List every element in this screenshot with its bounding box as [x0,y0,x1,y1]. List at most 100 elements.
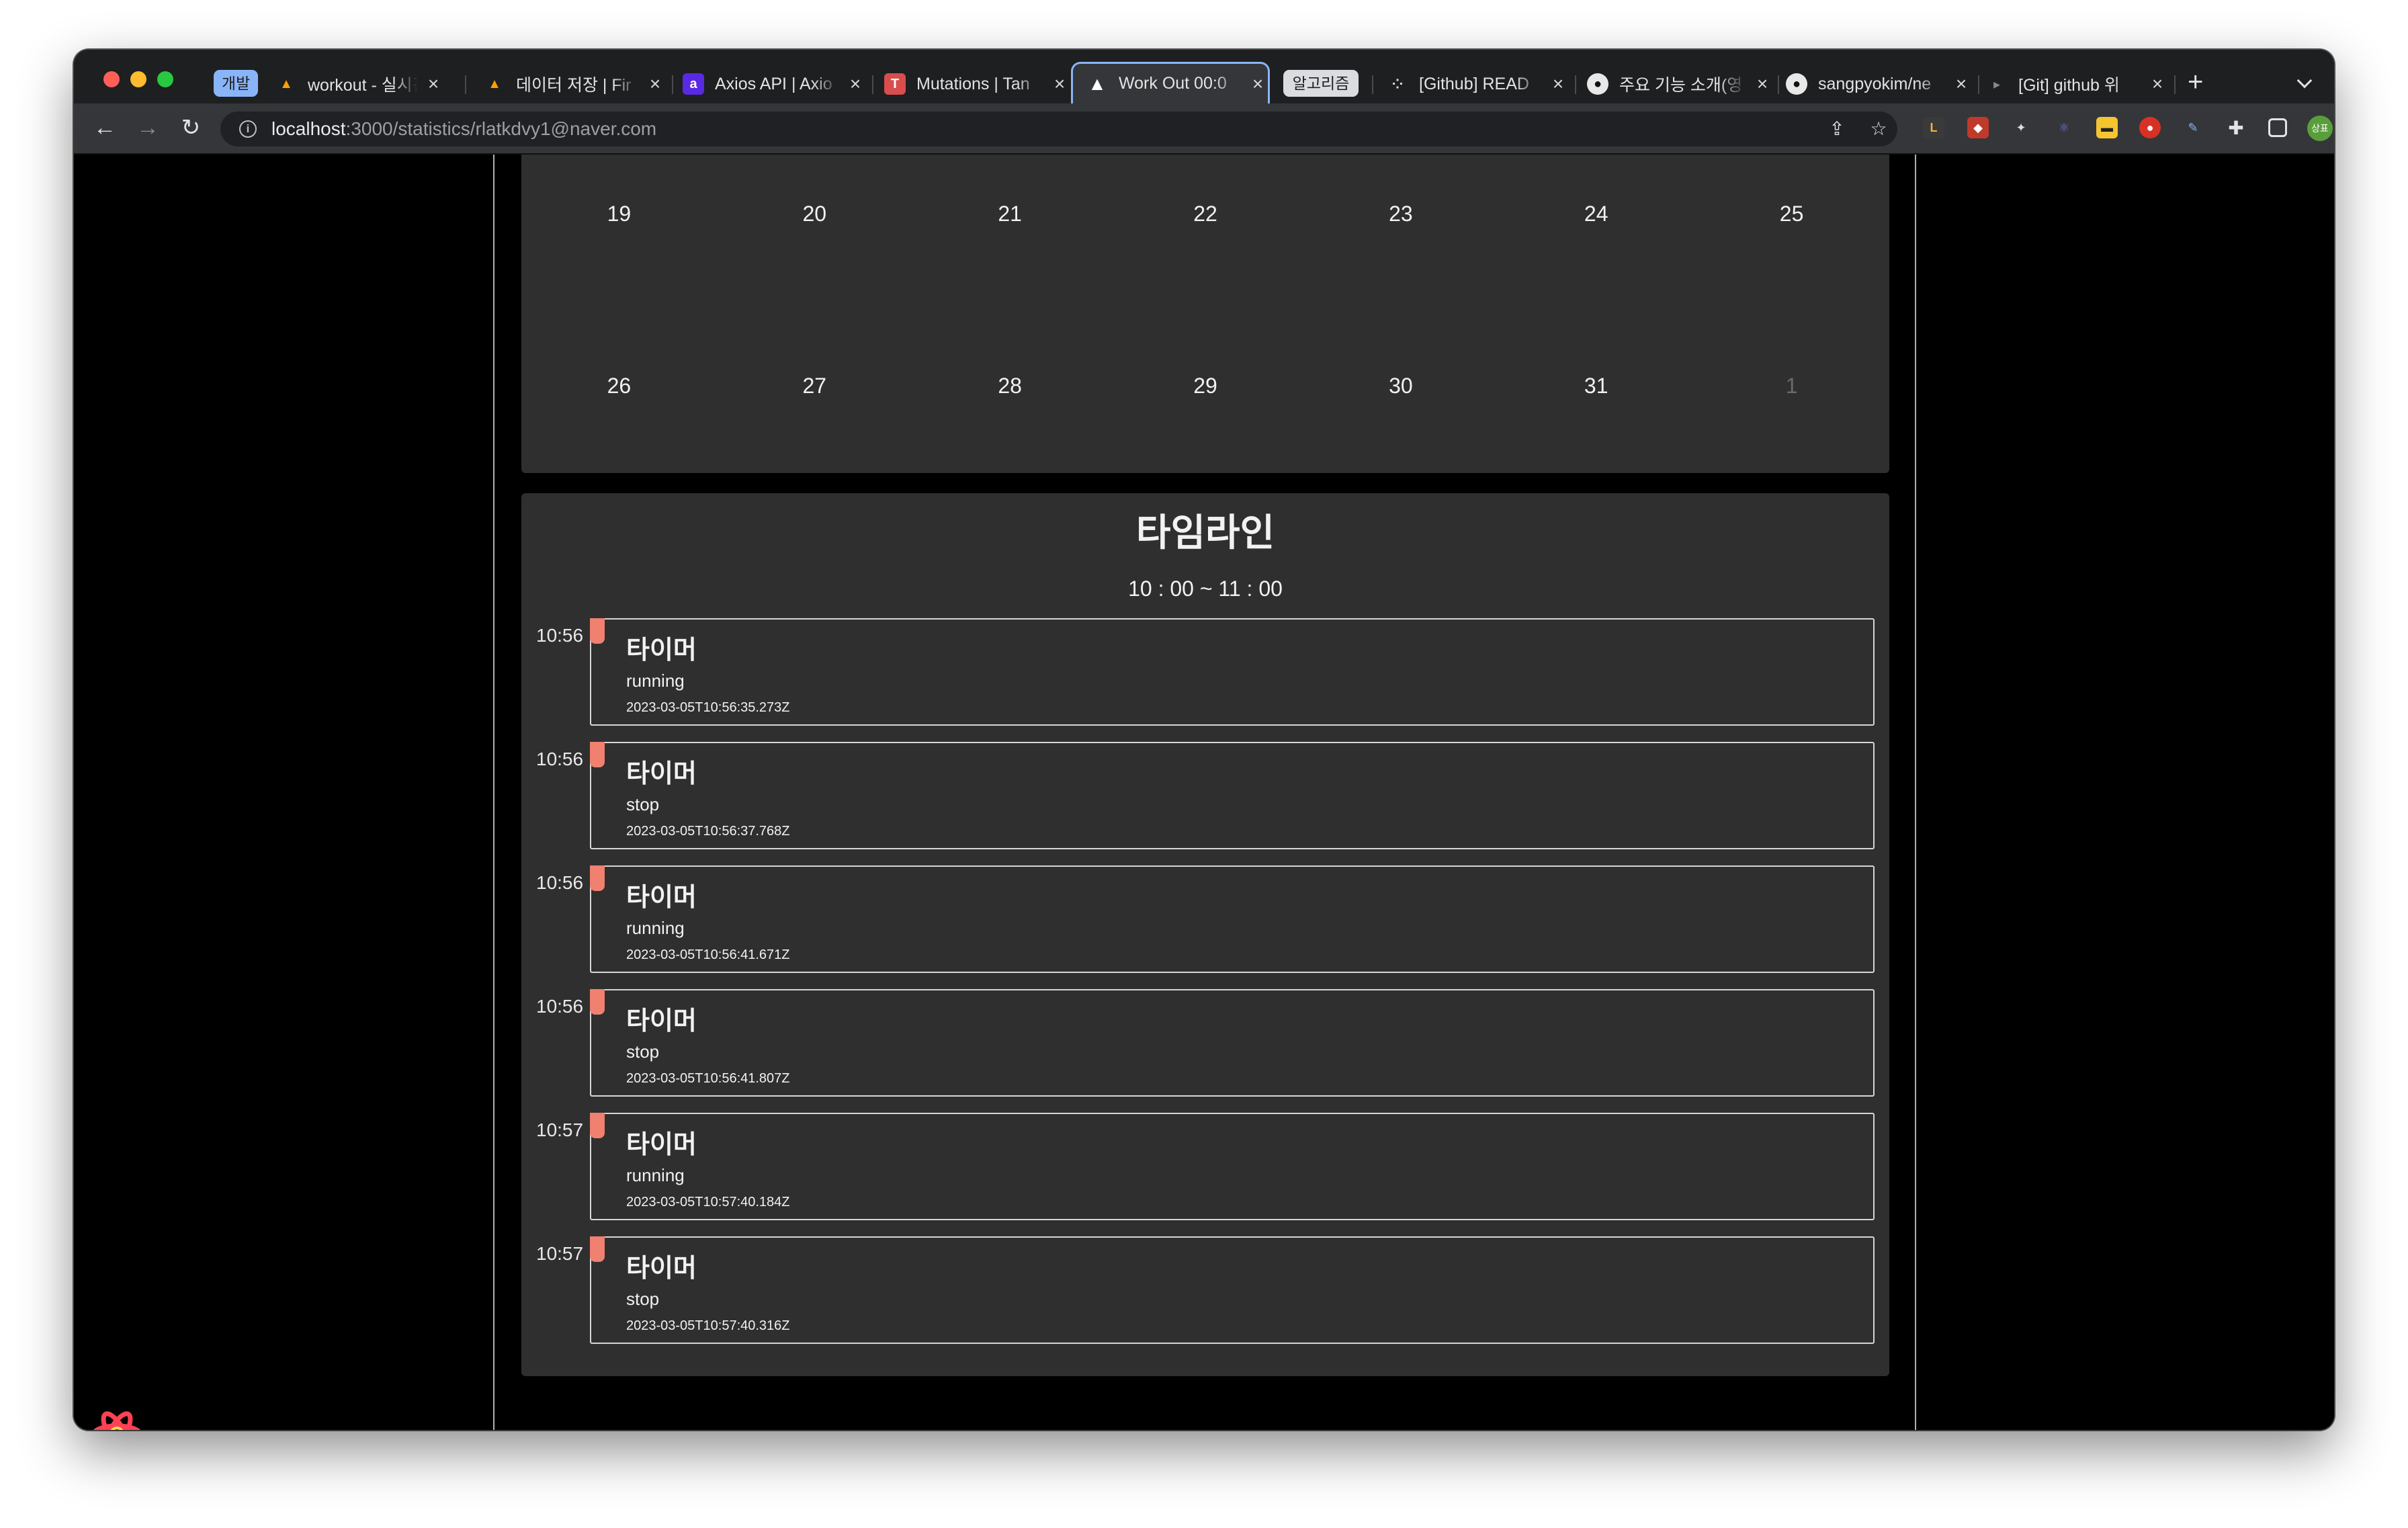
calendar-day-next-month[interactable]: 1 [1694,366,1889,406]
calendar-day[interactable]: 25 [1694,194,1889,234]
extensions-puzzle-icon[interactable]: ✚ [2225,117,2247,138]
extension-red-icon[interactable]: ◆ [1967,117,1989,138]
close-tab-icon[interactable]: × [1548,73,1568,95]
entry-card: 타이머 running 2023-03-05T10:57:40.184Z [590,1113,1875,1220]
entry-title: 타이머 [626,636,697,665]
tab-divider [465,75,466,94]
tab-divider [872,75,873,94]
extension-bird-icon[interactable]: ✦ [2010,117,2032,138]
tab-work-out[interactable]: ▲ Work Out 00:0 × [1071,62,1270,103]
timeline-entry[interactable]: 10:56 타이머 running 2023-03-05T10:56:35.27… [521,618,1889,726]
close-tab-icon[interactable]: × [1049,73,1070,95]
entry-card: 타이머 stop 2023-03-05T10:57:40.316Z [590,1236,1875,1344]
site-info-icon[interactable]: i [239,120,257,138]
close-tab-icon[interactable]: × [845,73,865,95]
calendar-day[interactable]: 28 [912,366,1108,406]
tab-group-dev[interactable]: 개발 [214,70,258,97]
timeline-entry[interactable]: 10:56 타이머 stop 2023-03-05T10:56:37.768Z [521,742,1889,849]
tab-divider [1778,75,1779,94]
timeline-entry[interactable]: 10:57 타이머 stop 2023-03-05T10:57:40.316Z [521,1236,1889,1344]
calendar-day[interactable]: 29 [1108,366,1303,406]
firebase-icon: ▲ [280,76,293,91]
entry-marker [590,1236,605,1262]
tab-github-readme[interactable]: ⁘ [Github] READ × [1387,65,1568,103]
entry-time: 10:56 [536,749,584,769]
tab-strip: 개발 ▲ workout - 실시간 × ▲ 데이터 저장 | Fir × a … [74,50,2334,103]
app-column: 19 20 21 22 23 24 25 26 27 28 29 30 31 1 [493,155,1916,1430]
extension-pen-icon[interactable]: ✎ [2182,117,2204,138]
maximize-window-button[interactable] [157,71,173,87]
tab-axios[interactable]: a Axios API | Axio × [683,65,865,103]
bookmark-star-icon[interactable]: ☆ [1868,118,1889,140]
extension-react-icon[interactable]: ⚛ [2053,117,2075,138]
timeline-entry[interactable]: 10:56 타이머 running 2023-03-05T10:56:41.67… [521,865,1889,973]
timeline-panel: 타임라인 10 : 00 ~ 11 : 00 10:56 타이머 running… [521,493,1889,1376]
calendar-day[interactable]: 30 [1303,366,1498,406]
close-tab-icon[interactable]: × [2147,73,2167,95]
profile-avatar[interactable]: 상표 [2307,116,2333,141]
timeline-entry[interactable]: 10:57 타이머 running 2023-03-05T10:57:40.18… [521,1113,1889,1220]
back-button[interactable]: ← [90,113,120,142]
url-path: :3000/statistics/rlatkdvy1@naver.com [345,118,657,139]
page-icon: ▸ [1993,77,2001,92]
entry-status: running [626,918,685,938]
entry-timestamp: 2023-03-05T10:56:41.671Z [626,947,790,962]
browser-window: 개발 ▲ workout - 실시간 × ▲ 데이터 저장 | Fir × a … [74,50,2334,1430]
share-icon[interactable]: ⇪ [1826,118,1848,140]
entry-timestamp: 2023-03-05T10:56:35.273Z [626,700,790,715]
tab-title: Mutations | Tan [916,74,1030,93]
tab-mutations[interactable]: T Mutations | Tan × [884,65,1070,103]
side-panel-icon[interactable] [2268,118,2287,137]
calendar-day[interactable]: 31 [1498,366,1694,406]
timeline-entry[interactable]: 10:56 타이머 stop 2023-03-05T10:56:41.807Z [521,989,1889,1097]
tab-title: 주요 기능 소개(영 [1619,76,1743,95]
minimize-window-button[interactable] [130,71,146,87]
entry-card: 타이머 running 2023-03-05T10:56:35.273Z [590,618,1875,726]
calendar-day[interactable]: 27 [717,366,912,406]
tab-title: [Github] READ [1419,74,1529,93]
calendar-day[interactable]: 26 [521,366,717,406]
extension-stop-icon[interactable]: ● [2139,117,2161,138]
tab-title: sangpyokim/ne [1818,74,1932,93]
calendar-day[interactable]: 22 [1108,194,1303,234]
tab-search-chevron-icon[interactable] [2296,73,2313,89]
entry-card: 타이머 stop 2023-03-05T10:56:37.768Z [590,742,1875,849]
calendar-day[interactable]: 19 [521,194,717,234]
close-window-button[interactable] [103,71,120,87]
tab-group-algorithm[interactable]: 알고리즘 [1283,70,1359,97]
close-tab-icon[interactable]: × [645,73,665,95]
close-tab-icon[interactable]: × [1248,73,1268,95]
entry-timestamp: 2023-03-05T10:56:37.768Z [626,824,790,839]
entry-marker [590,989,605,1015]
calendar-day[interactable]: 23 [1303,194,1498,234]
calendar-day[interactable]: 24 [1498,194,1694,234]
tab-divider [1372,75,1373,94]
tab-firebase-docs[interactable]: ▲ 데이터 저장 | Fir × [484,65,665,103]
forward-button[interactable]: → [133,113,163,142]
new-tab-button[interactable]: + [2188,69,2203,95]
tab-features[interactable]: ● 주요 기능 소개(영 × [1587,65,1772,103]
close-tab-icon[interactable]: × [423,73,443,95]
tab-workout[interactable]: ▲ workout - 실시간 × [275,65,443,103]
entry-timestamp: 2023-03-05T10:57:40.316Z [626,1318,790,1333]
calendar-day[interactable]: 21 [912,194,1108,234]
entry-time: 10:57 [536,1243,584,1264]
entry-time: 10:56 [536,872,584,893]
close-tab-icon[interactable]: × [1752,73,1772,95]
entry-status: stop [626,794,660,814]
tab-git-github[interactable]: ▸ [Git] github 위 × [1986,65,2167,103]
close-tab-icon[interactable]: × [1951,73,1971,95]
entry-timestamp: 2023-03-05T10:56:41.807Z [626,1071,790,1086]
calendar-day[interactable]: 20 [717,194,912,234]
github-icon: ● [1786,73,1807,95]
tab-divider [2174,75,2176,94]
entry-title: 타이머 [626,1255,697,1283]
extension-lh-icon[interactable]: L [1923,117,1944,138]
address-bar[interactable]: i localhost:3000/statistics/rlatkdvy1@na… [220,112,1897,146]
tab-sangpyokim[interactable]: ● sangpyokim/ne × [1786,65,1971,103]
tab-title: Axios API | Axio [715,74,832,93]
entry-title: 타이머 [626,1131,697,1159]
extension-yellow-icon[interactable]: ▬ [2096,117,2118,138]
react-query-devtools-icon[interactable] [90,1407,144,1430]
reload-button[interactable]: ↻ [176,113,206,142]
